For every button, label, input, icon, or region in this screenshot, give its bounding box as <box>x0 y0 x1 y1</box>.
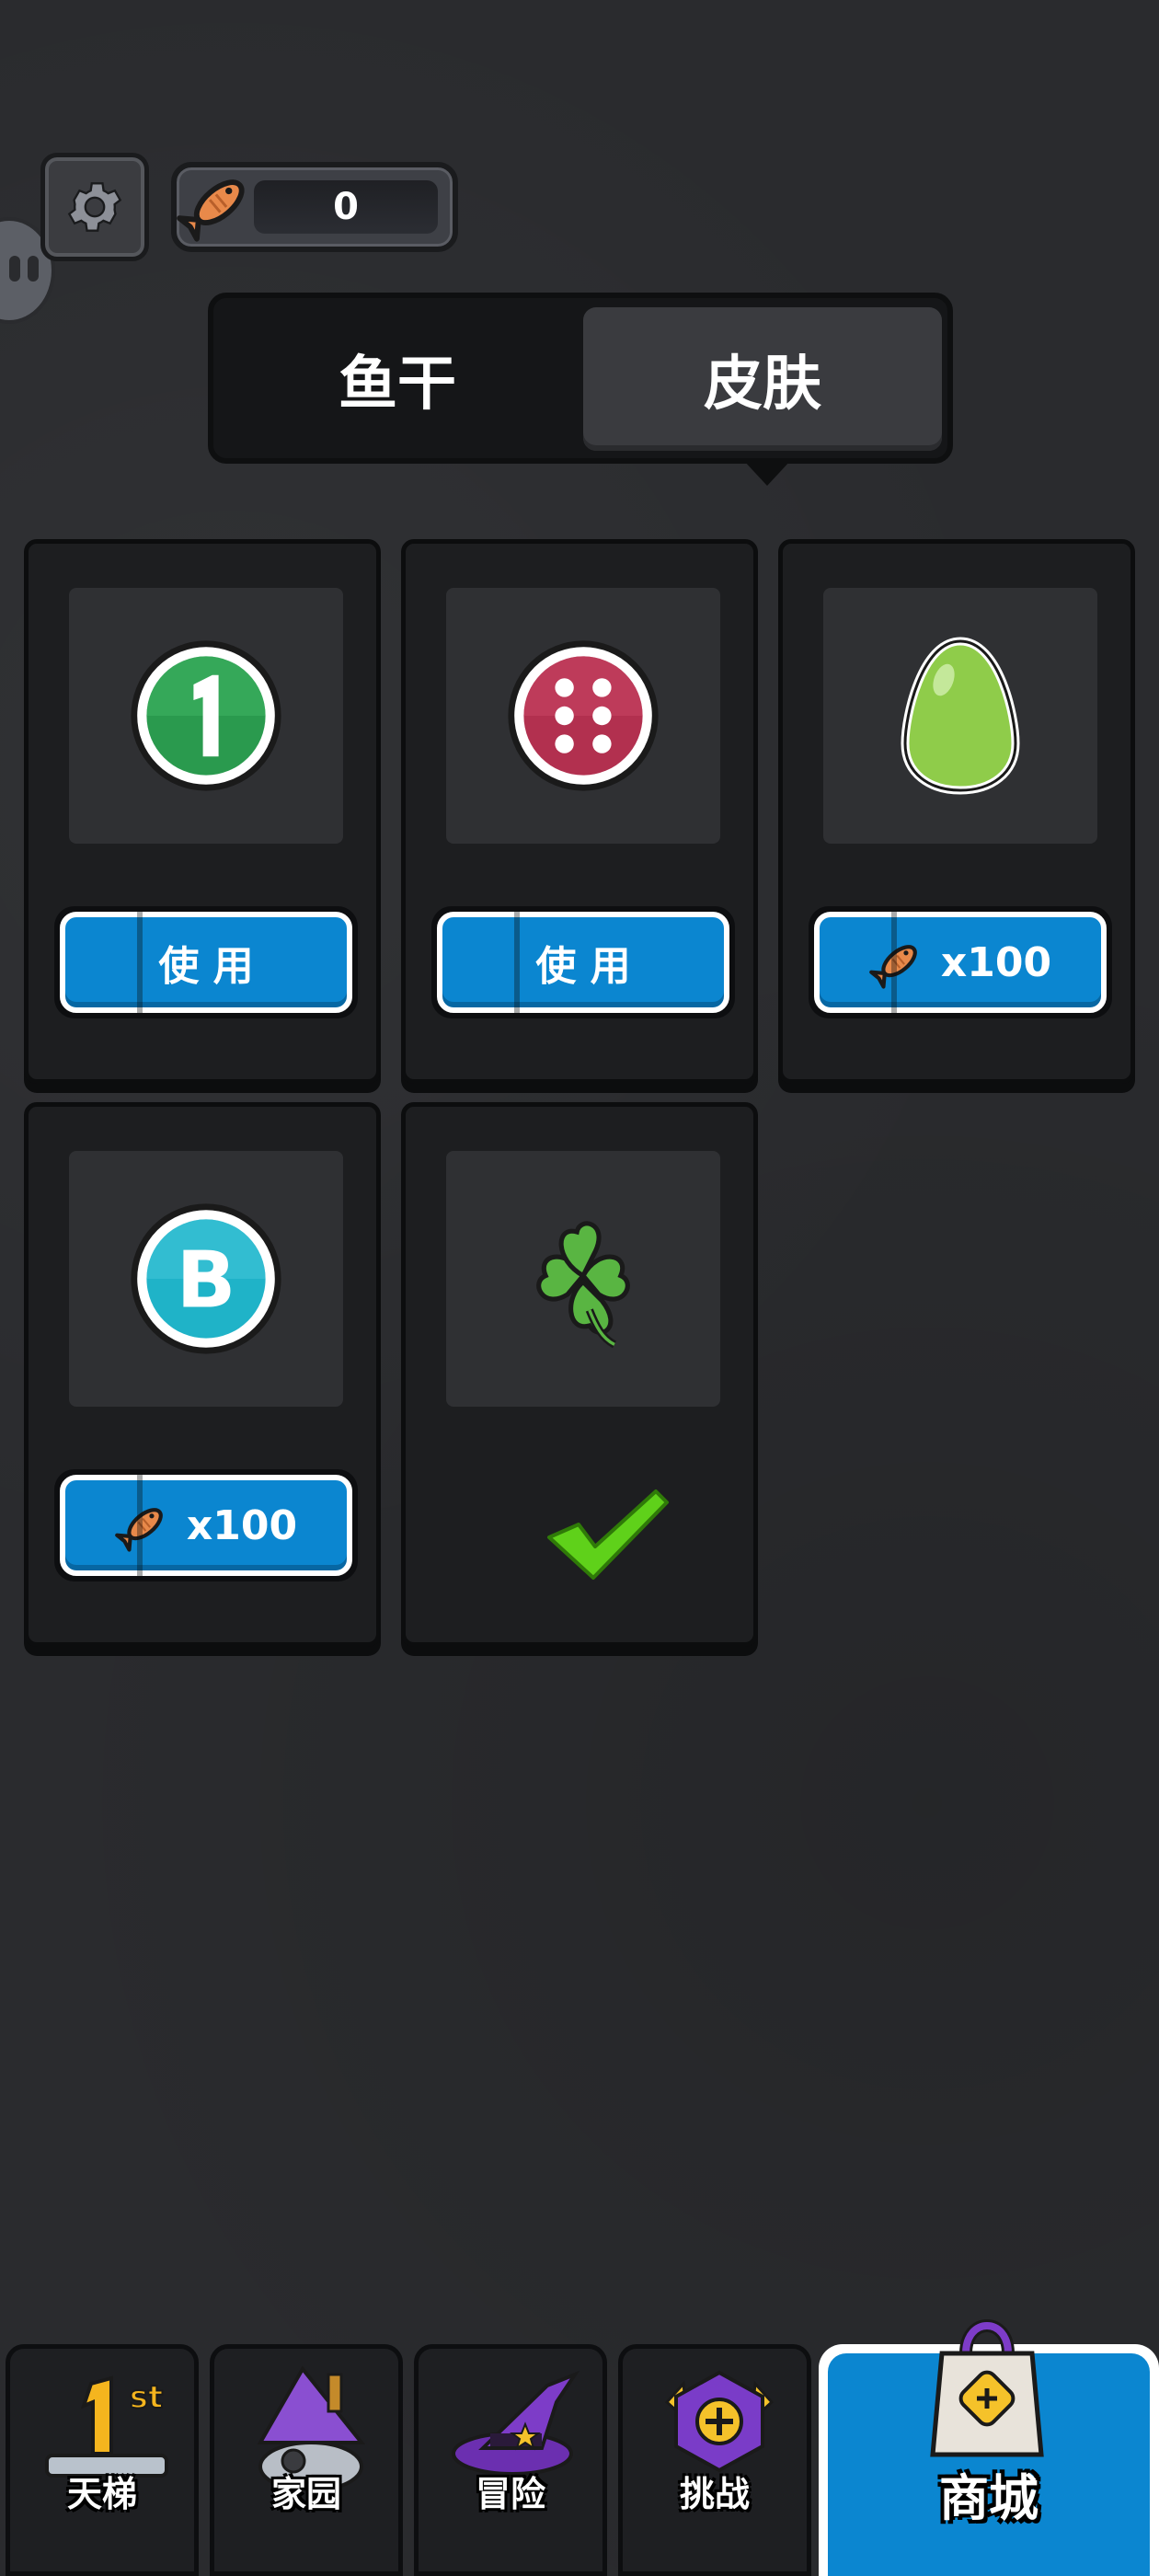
buy-skin-button[interactable]: x100 <box>54 1469 358 1581</box>
nav-home-label: 家园 <box>270 2474 341 2514</box>
nav-ladder-label: 天梯 <box>66 2474 137 2514</box>
gear-icon <box>67 182 122 232</box>
skin-card: 使 用 <box>24 539 381 1084</box>
tab-dried-fish[interactable]: 鱼干 <box>223 307 572 451</box>
skin-card: 使 用 <box>401 539 758 1084</box>
settings-button[interactable] <box>40 153 149 261</box>
four-leaf-clover-icon <box>536 1221 630 1349</box>
red-dice-six-icon <box>508 640 659 791</box>
shopping-bag-icon <box>930 2319 1044 2457</box>
nav-challenge-label: 挑战 <box>679 2474 750 2514</box>
skin-thumbnail <box>446 1151 720 1407</box>
svg-text:B: B <box>177 1236 236 1327</box>
shop-tabs: 鱼干 皮肤 <box>208 293 953 464</box>
use-skin-button[interactable]: 使 用 <box>54 906 358 1018</box>
skin-thumbnail <box>446 588 720 844</box>
green-number-one-icon <box>131 640 281 791</box>
skin-card <box>401 1102 758 1647</box>
nav-adventure[interactable]: 冒险 <box>414 2344 607 2576</box>
fish-currency-counter: 0 <box>171 162 458 252</box>
skin-thumbnail <box>69 588 343 844</box>
nav-home[interactable]: 家园 <box>210 2344 403 2576</box>
dried-fish-icon <box>177 164 258 245</box>
nav-shop-label: 商城 <box>939 2469 1039 2527</box>
tab-skins[interactable]: 皮肤 <box>583 307 942 451</box>
skin-thumbnail <box>823 588 1097 844</box>
nav-ladder[interactable]: st 天梯 <box>6 2344 199 2576</box>
currency-amount: 0 <box>333 186 359 228</box>
green-egg-icon <box>901 637 1020 795</box>
nav-adventure-label: 冒险 <box>475 2474 545 2514</box>
nav-challenge[interactable]: 挑战 <box>618 2344 811 2576</box>
svg-text:st: st <box>130 2379 164 2416</box>
selected-tab-pointer <box>743 460 791 486</box>
equipped-checkmark-icon <box>547 1489 669 1580</box>
dried-fish-icon <box>115 1497 172 1554</box>
teal-letter-b-icon: B <box>131 1203 281 1354</box>
pause-icon <box>9 256 20 282</box>
skin-card: B x100 <box>24 1102 381 1647</box>
skin-thumbnail: B <box>69 1151 343 1407</box>
skin-card: x100 <box>778 539 1135 1084</box>
buy-skin-button[interactable]: x100 <box>809 906 1112 1018</box>
dried-fish-icon <box>869 934 926 991</box>
nav-shop[interactable]: 商城 <box>819 2319 1159 2576</box>
use-skin-button[interactable]: 使 用 <box>431 906 735 1018</box>
